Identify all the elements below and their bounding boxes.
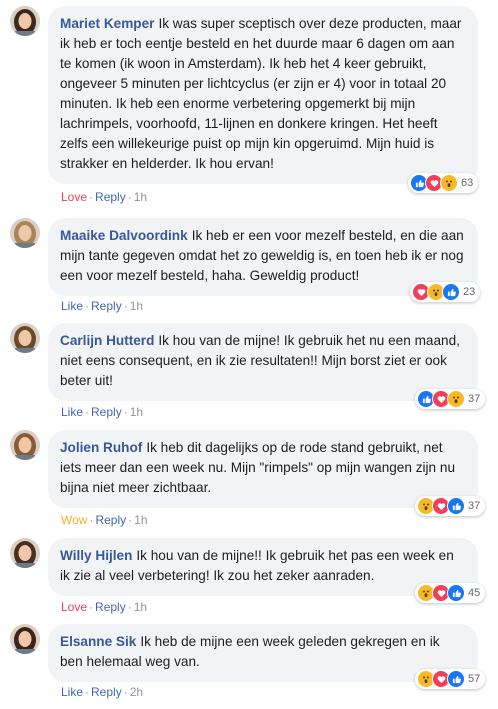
separator: · — [127, 190, 132, 204]
react-button[interactable]: Like — [61, 405, 83, 419]
like-reaction-icon — [442, 283, 460, 301]
reactions-summary[interactable]: 57 — [415, 669, 486, 689]
reaction-count: 37 — [468, 500, 481, 512]
comment-author[interactable]: Elsanne Sik — [60, 634, 136, 649]
comment-actions: Like · Reply · 1h — [61, 299, 143, 313]
comment-author[interactable]: Jolien Ruhof — [60, 440, 142, 455]
reaction-count: 57 — [468, 673, 481, 685]
reactions-summary[interactable]: 45 — [415, 583, 486, 603]
reply-link[interactable]: Reply — [95, 600, 126, 614]
comment-author[interactable]: Mariet Kemper — [60, 16, 154, 31]
comment-actions: Wow · Reply · 1h — [61, 513, 148, 527]
separator: · — [89, 513, 94, 527]
timestamp[interactable]: 1h — [134, 513, 147, 527]
separator: · — [89, 600, 94, 614]
react-button[interactable]: Like — [61, 299, 83, 313]
avatar[interactable] — [10, 6, 40, 36]
timestamp[interactable]: 1h — [134, 600, 147, 614]
react-button[interactable]: Love — [61, 190, 87, 204]
like-reaction-icon — [447, 584, 465, 602]
separator: · — [89, 190, 94, 204]
timestamp[interactable]: 2h — [130, 685, 143, 699]
comment-actions: Love · Reply · 1h — [61, 600, 147, 614]
comment-bubble: Jolien Ruhof Ik heb dit dagelijks op de r… — [48, 430, 478, 508]
comment-bubble: Elsanne Sik Ik heb de mijne een week gele… — [48, 624, 478, 682]
avatar[interactable] — [10, 430, 40, 460]
comment-author[interactable]: Willy Hijlen — [60, 548, 132, 563]
separator: · — [123, 685, 128, 699]
comment-bubble: Mariet Kemper Ik was super sceptisch over… — [48, 6, 478, 184]
comment-actions: Love · Reply · 1h — [61, 190, 147, 204]
reply-link[interactable]: Reply — [95, 190, 126, 204]
comment-text: Ik was super sceptisch over deze product… — [60, 16, 462, 171]
avatar[interactable] — [10, 538, 40, 568]
separator: · — [85, 405, 90, 419]
separator: · — [123, 405, 128, 419]
reaction-count: 63 — [461, 177, 474, 189]
comment-actions: Like · Reply · 1h — [61, 405, 143, 419]
wow-reaction-icon — [447, 390, 465, 408]
reaction-count: 37 — [468, 393, 481, 405]
reaction-count: 45 — [468, 587, 481, 599]
separator: · — [85, 299, 90, 313]
comment-author[interactable]: Maaike Dalvoordink — [60, 228, 188, 243]
comment-bubble: Carlijn Hutterd Ik hou van de mijne! Ik g… — [48, 323, 478, 401]
separator: · — [85, 685, 90, 699]
comment-actions: Like · Reply · 2h — [61, 685, 143, 699]
reactions-summary[interactable]: 37 — [415, 389, 486, 409]
reply-link[interactable]: Reply — [95, 513, 126, 527]
react-button[interactable]: Wow — [61, 513, 87, 527]
avatar[interactable] — [10, 624, 40, 654]
react-button[interactable]: Love — [61, 600, 87, 614]
like-reaction-icon — [447, 497, 465, 515]
avatar[interactable] — [10, 323, 40, 353]
comment-author[interactable]: Carlijn Hutterd — [60, 333, 154, 348]
separator: · — [123, 299, 128, 313]
like-reaction-icon — [447, 670, 465, 688]
reactions-summary[interactable]: 23 — [410, 282, 481, 302]
reactions-summary[interactable]: 37 — [415, 496, 486, 516]
timestamp[interactable]: 1h — [134, 190, 147, 204]
reactions-summary[interactable]: 63 — [408, 173, 479, 193]
react-button[interactable]: Like — [61, 685, 83, 699]
reply-link[interactable]: Reply — [91, 685, 122, 699]
timestamp[interactable]: 1h — [130, 405, 143, 419]
timestamp[interactable]: 1h — [130, 299, 143, 313]
separator: · — [127, 600, 132, 614]
avatar[interactable] — [10, 218, 40, 248]
reaction-count: 23 — [463, 286, 476, 298]
separator: · — [128, 513, 133, 527]
reply-link[interactable]: Reply — [91, 405, 122, 419]
reply-link[interactable]: Reply — [91, 299, 122, 313]
wow-reaction-icon — [440, 174, 458, 192]
comment-bubble: Willy Hijlen Ik hou van de mijne!! Ik geb… — [48, 538, 478, 596]
